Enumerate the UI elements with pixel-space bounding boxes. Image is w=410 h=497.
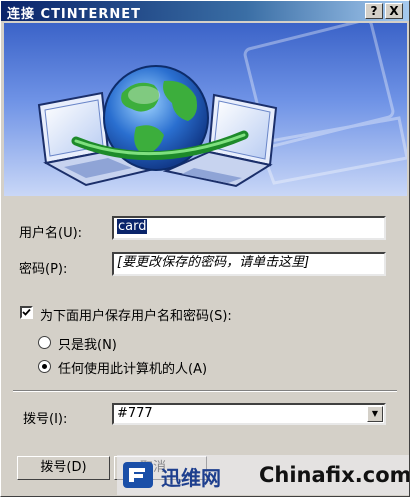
network-illustration bbox=[37, 23, 407, 188]
title-bar[interactable]: 连接 CTINTERNET ? X bbox=[1, 1, 409, 22]
radio-anyone[interactable] bbox=[38, 360, 51, 373]
password-input[interactable]: [要更改保存的密码，请单击这里] bbox=[112, 252, 386, 276]
dial-number-dropdown[interactable]: #777 ▼ bbox=[112, 403, 386, 425]
save-credentials-label: 为下面用户保存用户名和密码(S): bbox=[40, 309, 232, 324]
dial-label: 拨号(I): bbox=[23, 412, 68, 427]
radio-selected-dot bbox=[42, 364, 47, 369]
close-icon: X bbox=[389, 4, 399, 18]
username-value: card bbox=[117, 219, 148, 234]
dropdown-arrow-button[interactable]: ▼ bbox=[367, 406, 383, 422]
radio-anyone-label: 任何使用此计算机的人(A) bbox=[58, 362, 208, 377]
watermark-brand: 迅维网 bbox=[161, 466, 221, 490]
radio-only-me[interactable] bbox=[38, 336, 51, 349]
help-button[interactable]: ? bbox=[365, 3, 383, 19]
help-icon: ? bbox=[370, 4, 378, 18]
username-input[interactable]: card bbox=[112, 216, 386, 240]
connect-dialog: 连接 CTINTERNET ? X 用户名(U): card 密码(P): [要… bbox=[0, 0, 410, 497]
checkmark-icon bbox=[22, 308, 31, 316]
radio-only-me-label: 只是我(N) bbox=[58, 338, 117, 353]
divider bbox=[13, 390, 397, 392]
window-title: 连接 CTINTERNET bbox=[7, 7, 142, 22]
password-label: 密码(P): bbox=[19, 262, 68, 277]
connection-banner-image bbox=[4, 23, 407, 196]
save-credentials-checkbox[interactable] bbox=[20, 306, 33, 319]
dial-button-label: 拨号(D) bbox=[40, 460, 87, 475]
chevron-down-icon: ▼ bbox=[371, 409, 379, 418]
watermark-logo-icon bbox=[123, 462, 153, 488]
watermark-site: Chinafix.com bbox=[259, 463, 410, 487]
password-value: [要更改保存的密码，请单击这里] bbox=[117, 255, 310, 270]
dial-number-value: #777 bbox=[117, 406, 153, 421]
close-button[interactable]: X bbox=[385, 3, 403, 19]
dial-button[interactable]: 拨号(D) bbox=[17, 456, 110, 480]
username-label: 用户名(U): bbox=[19, 226, 83, 241]
watermark-overlay: 迅维网 Chinafix.com bbox=[117, 455, 409, 495]
